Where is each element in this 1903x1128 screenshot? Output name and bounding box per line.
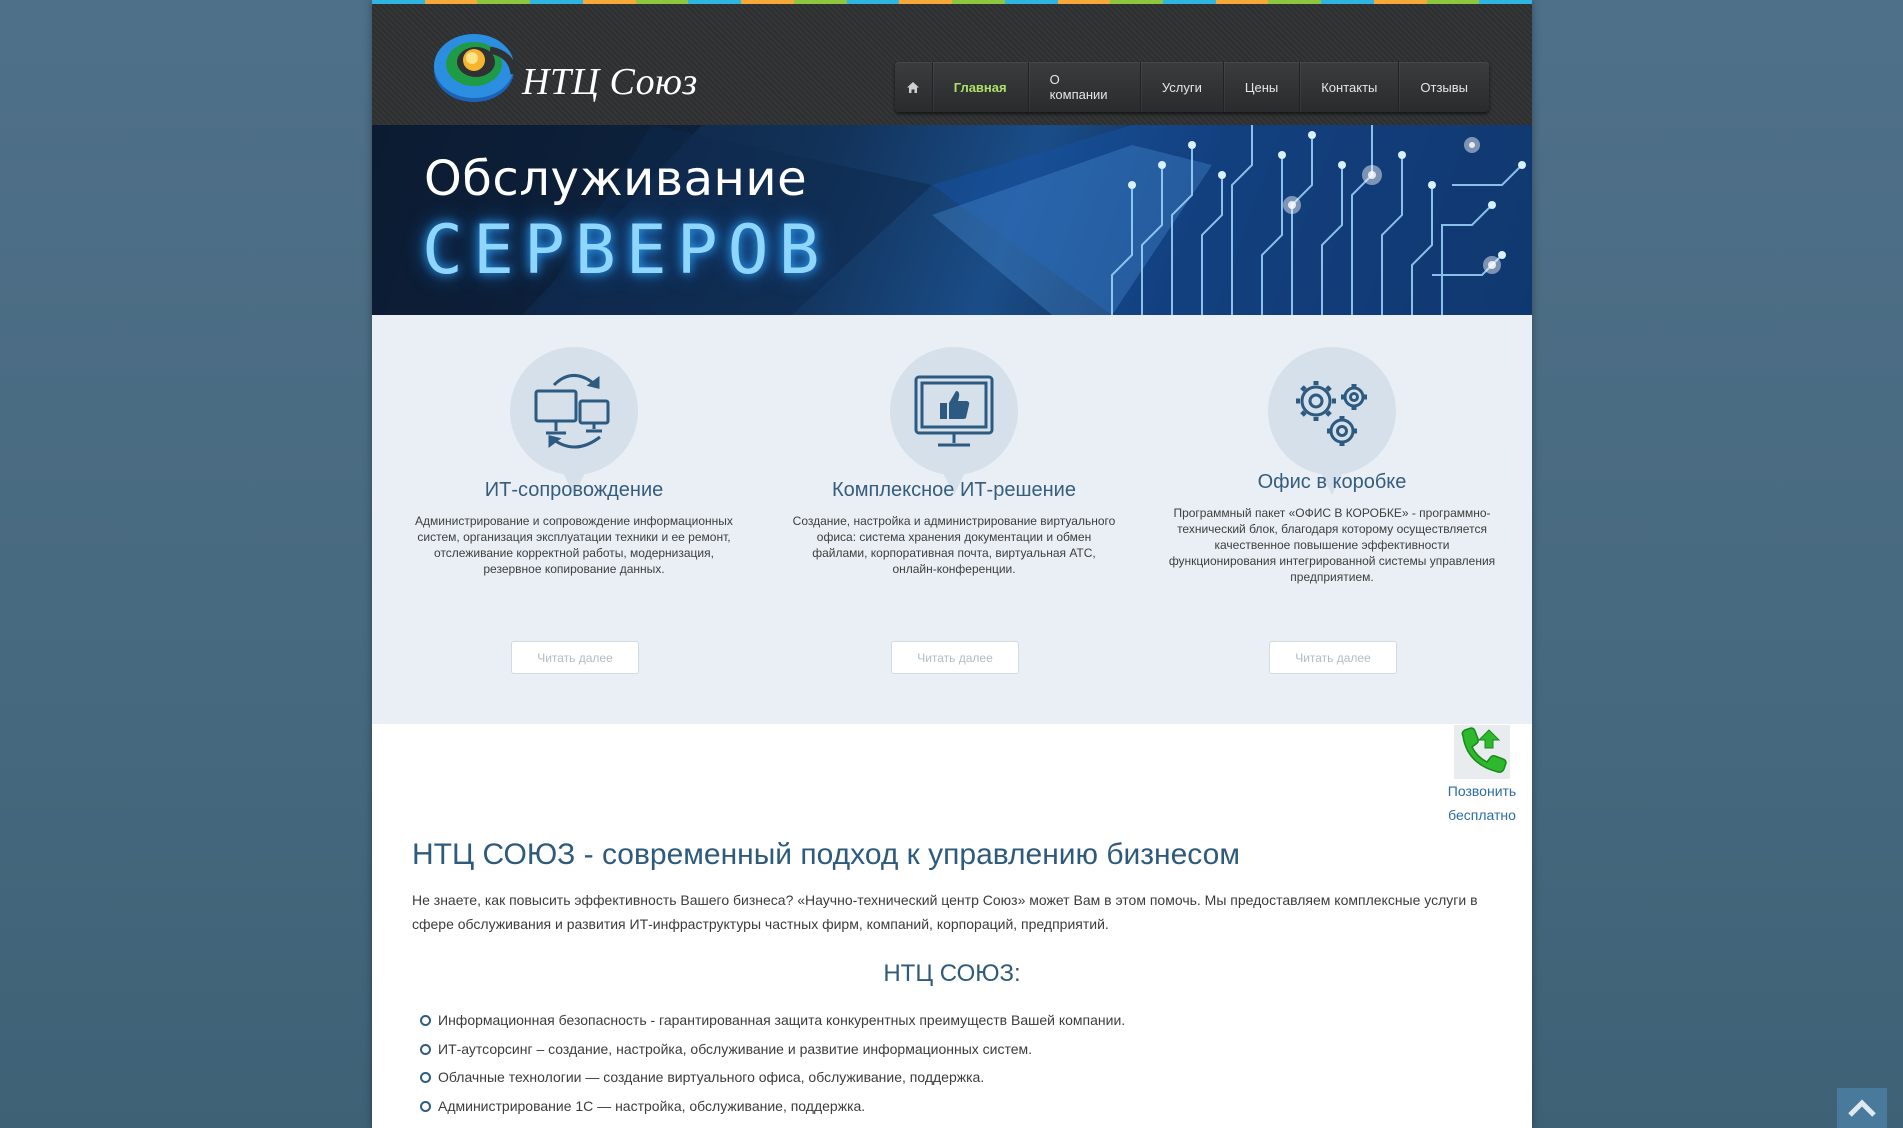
callback-widget[interactable]: Позвонить бесплатно <box>1432 725 1532 827</box>
read-more-button[interactable]: Читать далее <box>891 641 1019 674</box>
nav-item-glavnaya[interactable]: Главная <box>933 62 1029 112</box>
banner-heading: Обслуживание <box>424 151 808 207</box>
monitor-thumbs-up-icon <box>890 347 1018 495</box>
page-title: НТЦ СОЮЗ - современный подход к управлен… <box>412 838 1240 871</box>
home-icon <box>907 81 920 93</box>
phone-callback-icon[interactable] <box>1454 725 1510 779</box>
nav-item-o-kompanii[interactable]: О компании <box>1029 62 1141 112</box>
scroll-to-top-button[interactable] <box>1837 1088 1887 1128</box>
section-subtitle: НТЦ СОЮЗ: <box>883 960 1021 987</box>
nav-item-otzyvy[interactable]: Отзывы <box>1399 62 1489 112</box>
read-more-button[interactable]: Читать далее <box>511 641 639 674</box>
intro-paragraph: Не знаете, как повысить эффективность Ва… <box>412 892 1478 932</box>
feature-title: ИТ-сопровождение <box>484 479 664 501</box>
chevron-up-icon <box>1848 1099 1876 1117</box>
list-item: Облачные технологии — создание виртуальн… <box>420 1063 1125 1092</box>
features-section: ИТ-сопровождение Администрирование и соп… <box>372 315 1532 724</box>
feature-card-office-in-box: Офис в коробке Программный пакет «ОФИС В… <box>1167 315 1497 724</box>
logo-text[interactable]: НТЦ Союз <box>522 60 698 104</box>
nav-item-tseny[interactable]: Цены <box>1224 62 1301 112</box>
feature-description: Администрирование и сопровождение информ… <box>415 514 733 576</box>
benefits-list: Информационная безопасность - гарантиров… <box>420 1006 1125 1120</box>
computers-sync-icon <box>510 347 638 495</box>
site-header: НТЦ Союз Главная О компании Услуги Цены … <box>372 4 1532 125</box>
callback-label-line1[interactable]: Позвонить <box>1432 779 1532 803</box>
logo-icon[interactable] <box>430 24 520 110</box>
feature-card-it-support: ИТ-сопровождение Администрирование и соп… <box>409 315 739 724</box>
callback-label-line2[interactable]: бесплатно <box>1432 803 1532 827</box>
hero-banner[interactable]: Обслуживание СЕРВЕРОВ <box>372 125 1532 315</box>
feature-card-complex-it: Комплексное ИТ-решение Создание, настрой… <box>789 315 1119 724</box>
list-item: Информационная безопасность - гарантиров… <box>420 1006 1125 1035</box>
main-nav: Главная О компании Услуги Цены Контакты … <box>895 62 1489 112</box>
banner-subheading: СЕРВЕРОВ <box>422 211 830 290</box>
page-container: НТЦ Союз Главная О компании Услуги Цены … <box>372 0 1532 1128</box>
feature-title: Комплексное ИТ-решение <box>832 479 1076 501</box>
nav-item-uslugi[interactable]: Услуги <box>1141 62 1224 112</box>
read-more-button[interactable]: Читать далее <box>1269 641 1397 674</box>
feature-title: Офис в коробке <box>1257 471 1407 493</box>
nav-home[interactable] <box>895 62 933 112</box>
feature-description: Программный пакет «ОФИС В КОРОБКЕ» - про… <box>1168 506 1496 584</box>
list-item: Администрирование 1С — настройка, обслуж… <box>420 1092 1125 1121</box>
nav-item-kontakty[interactable]: Контакты <box>1300 62 1400 112</box>
list-item: ИТ-аутсорсинг – создание, настройка, обс… <box>420 1035 1125 1064</box>
feature-description: Создание, настройка и администрирование … <box>792 514 1116 576</box>
